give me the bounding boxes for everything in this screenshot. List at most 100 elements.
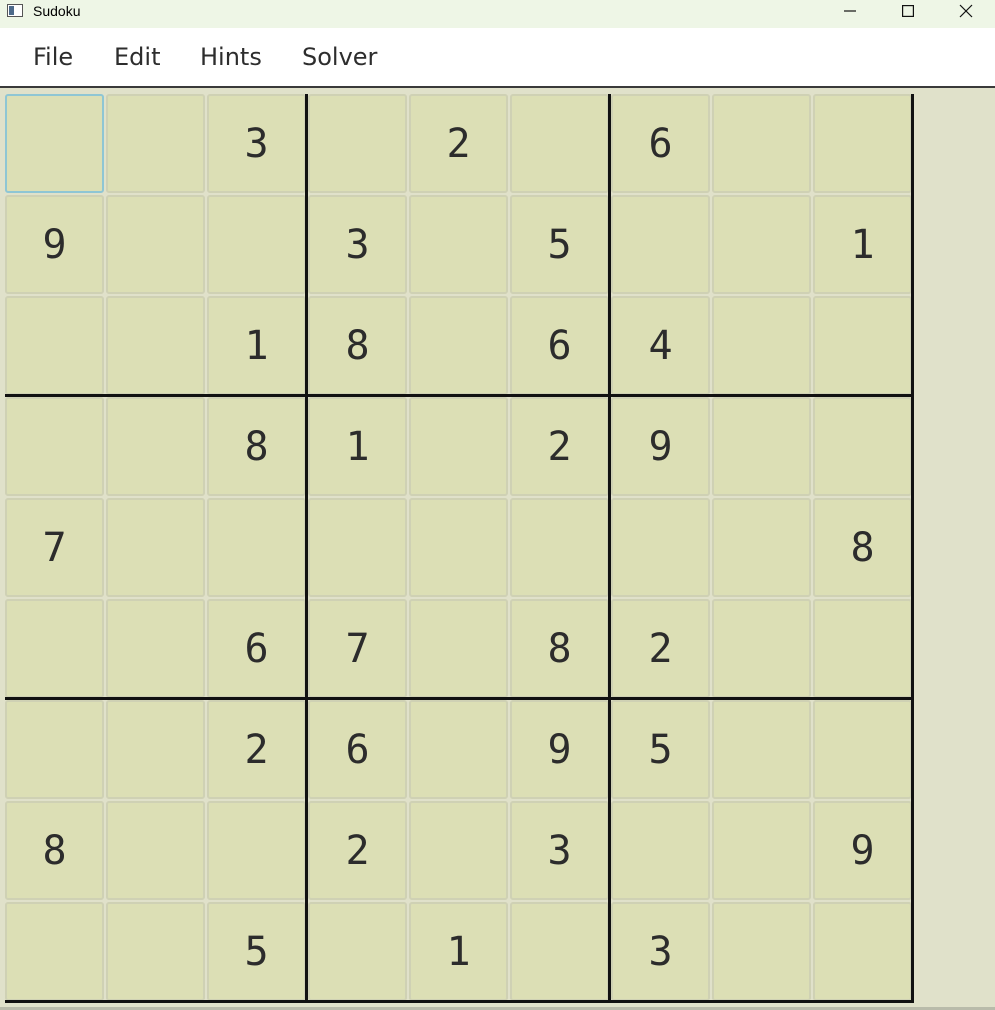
sudoku-cell-r5-c9[interactable]: 8 [813, 498, 912, 597]
sudoku-cell-r5-c1[interactable]: 7 [5, 498, 104, 597]
sudoku-cell-r9-c6[interactable] [510, 902, 609, 1001]
sudoku-cell-r6-c2[interactable] [106, 599, 205, 698]
sudoku-cell-r9-c1[interactable] [5, 902, 104, 1001]
sudoku-cell-r8-c9[interactable]: 9 [813, 801, 912, 900]
sudoku-cell-r5-c3[interactable] [207, 498, 306, 597]
sudoku-cell-r8-c5[interactable] [409, 801, 508, 900]
sudoku-cell-r4-c1[interactable] [5, 397, 104, 496]
box-divider-horizontal-3 [5, 1000, 914, 1003]
sudoku-cell-r7-c8[interactable] [712, 700, 811, 799]
sudoku-cell-r5-c2[interactable] [106, 498, 205, 597]
title-bar: Sudoku [0, 0, 995, 28]
sudoku-cell-r8-c3[interactable] [207, 801, 306, 900]
sudoku-cell-r9-c4[interactable] [308, 902, 407, 1001]
sudoku-cell-r7-c2[interactable] [106, 700, 205, 799]
menu-hints[interactable]: Hints [200, 43, 262, 71]
sudoku-cell-r4-c7[interactable]: 9 [611, 397, 710, 496]
sudoku-cell-r8-c1[interactable]: 8 [5, 801, 104, 900]
sudoku-cell-r4-c4[interactable]: 1 [308, 397, 407, 496]
sudoku-cell-r3-c4[interactable]: 8 [308, 296, 407, 395]
window-app-icon [7, 4, 23, 17]
box-divider-vertical-1 [305, 94, 308, 1003]
sudoku-cell-r8-c2[interactable] [106, 801, 205, 900]
sudoku-cell-r7-c5[interactable] [409, 700, 508, 799]
window-title: Sudoku [33, 3, 81, 19]
sudoku-cell-r1-c7[interactable]: 6 [611, 94, 710, 193]
sudoku-cell-r9-c9[interactable] [813, 902, 912, 1001]
sudoku-cell-r2-c1[interactable]: 9 [5, 195, 104, 294]
sudoku-cell-r5-c6[interactable] [510, 498, 609, 597]
sudoku-cell-r1-c8[interactable] [712, 94, 811, 193]
sudoku-cell-r8-c7[interactable] [611, 801, 710, 900]
menu-file[interactable]: File [33, 43, 73, 71]
box-divider-horizontal-1 [5, 394, 914, 397]
sudoku-cell-r7-c1[interactable] [5, 700, 104, 799]
sudoku-cell-r9-c2[interactable] [106, 902, 205, 1001]
sudoku-cell-r3-c1[interactable] [5, 296, 104, 395]
sudoku-cell-r3-c2[interactable] [106, 296, 205, 395]
sudoku-cell-r7-c6[interactable]: 9 [510, 700, 609, 799]
sudoku-cell-r2-c4[interactable]: 3 [308, 195, 407, 294]
maximize-button[interactable] [879, 0, 937, 22]
sudoku-cell-r7-c4[interactable]: 6 [308, 700, 407, 799]
box-divider-vertical-3 [911, 94, 914, 1003]
sudoku-cell-r2-c7[interactable] [611, 195, 710, 294]
sudoku-cell-r3-c8[interactable] [712, 296, 811, 395]
sudoku-cell-r9-c7[interactable]: 3 [611, 902, 710, 1001]
sudoku-cell-r4-c6[interactable]: 2 [510, 397, 609, 496]
sudoku-cell-r6-c4[interactable]: 7 [308, 599, 407, 698]
box-divider-vertical-2 [608, 94, 611, 1003]
sudoku-cell-r1-c2[interactable] [106, 94, 205, 193]
sudoku-cell-r5-c4[interactable] [308, 498, 407, 597]
sudoku-cell-r6-c7[interactable]: 2 [611, 599, 710, 698]
sudoku-cell-r1-c6[interactable] [510, 94, 609, 193]
sudoku-cell-r9-c3[interactable]: 5 [207, 902, 306, 1001]
minimize-button[interactable] [821, 0, 879, 22]
sudoku-cell-r7-c3[interactable]: 2 [207, 700, 306, 799]
sudoku-cell-r4-c8[interactable] [712, 397, 811, 496]
sudoku-cell-r6-c8[interactable] [712, 599, 811, 698]
sudoku-cell-r5-c8[interactable] [712, 498, 811, 597]
sudoku-cell-r4-c9[interactable] [813, 397, 912, 496]
sudoku-cell-r1-c9[interactable] [813, 94, 912, 193]
sudoku-cell-r1-c4[interactable] [308, 94, 407, 193]
sudoku-cell-r6-c6[interactable]: 8 [510, 599, 609, 698]
sudoku-cell-r5-c5[interactable] [409, 498, 508, 597]
sudoku-cell-r6-c9[interactable] [813, 599, 912, 698]
close-button[interactable] [937, 0, 995, 22]
sudoku-board: 32693511864812978678226958239513 [5, 94, 914, 1003]
sudoku-cell-r3-c3[interactable]: 1 [207, 296, 306, 395]
sudoku-cell-r1-c5[interactable]: 2 [409, 94, 508, 193]
close-icon [959, 4, 973, 18]
sudoku-cell-r3-c7[interactable]: 4 [611, 296, 710, 395]
sudoku-cell-r6-c1[interactable] [5, 599, 104, 698]
sudoku-cell-r2-c6[interactable]: 5 [510, 195, 609, 294]
sudoku-cell-r7-c9[interactable] [813, 700, 912, 799]
sudoku-cell-r1-c1[interactable] [5, 94, 104, 193]
sudoku-cell-r3-c6[interactable]: 6 [510, 296, 609, 395]
sudoku-cell-r9-c8[interactable] [712, 902, 811, 1001]
sudoku-cell-r4-c2[interactable] [106, 397, 205, 496]
sudoku-cell-r4-c3[interactable]: 8 [207, 397, 306, 496]
sudoku-cell-r3-c5[interactable] [409, 296, 508, 395]
minimize-icon [844, 10, 856, 12]
sudoku-cell-r8-c4[interactable]: 2 [308, 801, 407, 900]
sudoku-cell-r5-c7[interactable] [611, 498, 710, 597]
sudoku-cell-r1-c3[interactable]: 3 [207, 94, 306, 193]
sudoku-cell-r7-c7[interactable]: 5 [611, 700, 710, 799]
sudoku-cell-r2-c2[interactable] [106, 195, 205, 294]
sudoku-cell-r9-c5[interactable]: 1 [409, 902, 508, 1001]
sudoku-cell-r2-c5[interactable] [409, 195, 508, 294]
sudoku-cell-r8-c6[interactable]: 3 [510, 801, 609, 900]
box-divider-horizontal-2 [5, 697, 914, 700]
menu-edit[interactable]: Edit [114, 43, 160, 71]
sudoku-cell-r8-c8[interactable] [712, 801, 811, 900]
sudoku-cell-r6-c3[interactable]: 6 [207, 599, 306, 698]
sudoku-cell-r2-c9[interactable]: 1 [813, 195, 912, 294]
sudoku-cell-r3-c9[interactable] [813, 296, 912, 395]
sudoku-cell-r4-c5[interactable] [409, 397, 508, 496]
sudoku-cell-r2-c8[interactable] [712, 195, 811, 294]
sudoku-cell-r2-c3[interactable] [207, 195, 306, 294]
sudoku-cell-r6-c5[interactable] [409, 599, 508, 698]
menu-solver[interactable]: Solver [302, 43, 377, 71]
